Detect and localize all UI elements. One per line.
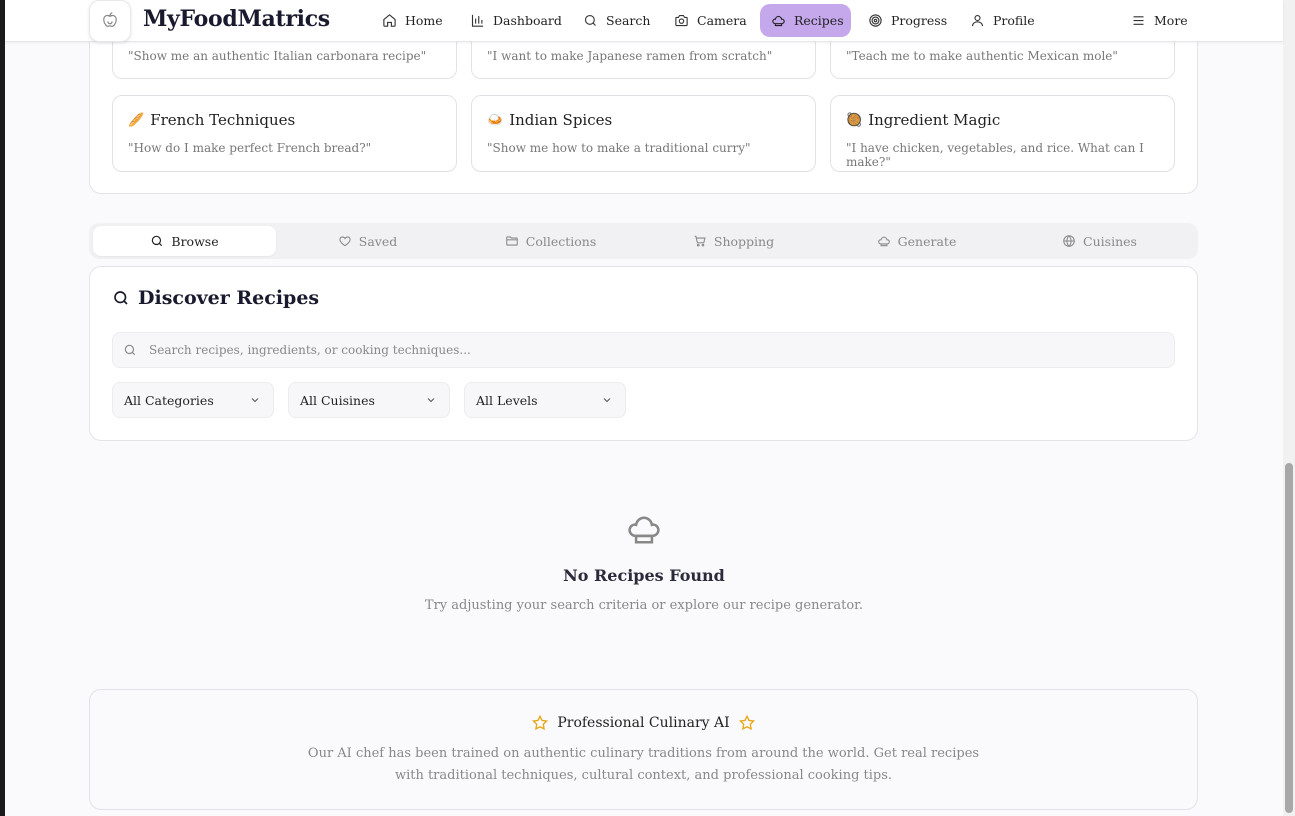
folder-icon [505, 236, 518, 246]
prompt-text: "Show me how to make a traditional curry… [487, 141, 751, 155]
menu-icon [1133, 16, 1144, 25]
nav-profile[interactable]: Profile [959, 4, 1046, 37]
scrollbar[interactable] [1283, 0, 1295, 816]
star-icon [738, 714, 755, 731]
search-icon [114, 291, 128, 305]
discover-card: Discover Recipes All Categories All Cuis… [89, 266, 1198, 441]
nav-search[interactable]: Search [572, 4, 661, 37]
pro-ai-description: with traditional techniques, cultural co… [394, 768, 893, 783]
tab-shopping[interactable]: Shopping [642, 226, 825, 256]
prompt-text: "Show me an authentic Italian carbonara … [128, 49, 427, 63]
window-edge [0, 0, 5, 816]
nav-camera[interactable]: Camera [663, 4, 758, 37]
nav-more[interactable]: More [1120, 4, 1199, 37]
tab-saved[interactable]: Saved [276, 226, 459, 256]
prompt-title: 🥖 French Techniques [128, 111, 296, 129]
prompt-title: 🍛 Indian Spices [487, 111, 613, 129]
prompt-text: "How do I make perfect French bread?" [128, 141, 372, 155]
recipe-tabs: Browse Saved Collections Shopping Genera… [89, 223, 1198, 259]
search-icon [584, 14, 596, 26]
tab-collections[interactable]: Collections [459, 226, 642, 256]
empty-state-title: No Recipes Found [563, 566, 725, 585]
prompt-text: "I have chicken, vegetables, and rice. W… [846, 141, 1144, 169]
tab-cuisines[interactable]: Cuisines [1008, 226, 1191, 256]
chef-hat-icon [877, 236, 890, 247]
discover-title: Discover Recipes [112, 287, 319, 309]
globe-icon [1063, 235, 1075, 247]
nav-dashboard[interactable]: Dashboard [459, 4, 573, 37]
prompt-title: 🥘 Ingredient Magic [846, 111, 1001, 129]
apple-logo-icon [103, 12, 117, 27]
nav-recipes[interactable]: Recipes [760, 4, 851, 37]
chevron-down-icon [427, 398, 435, 403]
level-select[interactable]: All Levels [464, 382, 626, 418]
prompt-card-french[interactable]: 🥖 French Techniques "How do I make perfe… [112, 95, 457, 172]
user-icon [971, 14, 984, 27]
chef-hat-icon [772, 15, 785, 27]
top-navbar: MyFoodMatrics Home Dashboard Search Came… [5, 0, 1283, 42]
bread-icon: 🥖 [128, 112, 145, 128]
cart-icon [694, 235, 706, 247]
category-select[interactable]: All Categories [112, 382, 274, 418]
search-box[interactable] [112, 332, 1175, 368]
search-input[interactable] [149, 343, 1149, 357]
pro-ai-title: Professional Culinary AI [90, 714, 1197, 732]
scrollbar-thumb[interactable] [1285, 463, 1293, 813]
pot-icon: 🥘 [846, 112, 863, 128]
prompt-text: "Teach me to make authentic Mexican mole… [846, 49, 1118, 63]
star-icon [532, 714, 549, 731]
chef-hat-icon [628, 516, 660, 544]
chevron-down-icon [251, 398, 259, 403]
brand-name[interactable]: MyFoodMatrics [143, 6, 330, 32]
camera-icon [675, 14, 688, 27]
target-icon [869, 14, 882, 27]
tab-generate[interactable]: Generate [825, 226, 1008, 256]
search-icon [152, 235, 163, 247]
heart-icon [339, 236, 351, 247]
home-icon [383, 14, 396, 27]
prompt-card-ingredient[interactable]: 🥘 Ingredient Magic "I have chicken, vege… [830, 95, 1175, 172]
prompt-text: "I want to make Japanese ramen from scra… [487, 49, 773, 63]
empty-state-text: Try adjusting your search criteria or ex… [424, 598, 864, 613]
prompt-card-indian[interactable]: 🍛 Indian Spices "Show me how to make a t… [471, 95, 816, 172]
bar-chart-icon [471, 14, 484, 27]
pro-ai-card: Professional Culinary AI Our AI chef has… [89, 689, 1198, 810]
tab-browse[interactable]: Browse [93, 226, 276, 256]
nav-progress[interactable]: Progress [857, 4, 958, 37]
pro-ai-description: Our AI chef has been trained on authenti… [307, 746, 980, 761]
search-icon [124, 344, 136, 356]
nav-home[interactable]: Home [371, 4, 454, 37]
curry-icon: 🍛 [487, 112, 504, 128]
cuisine-select[interactable]: All Cuisines [288, 382, 450, 418]
chevron-down-icon [603, 398, 611, 403]
logo[interactable] [89, 0, 131, 42]
